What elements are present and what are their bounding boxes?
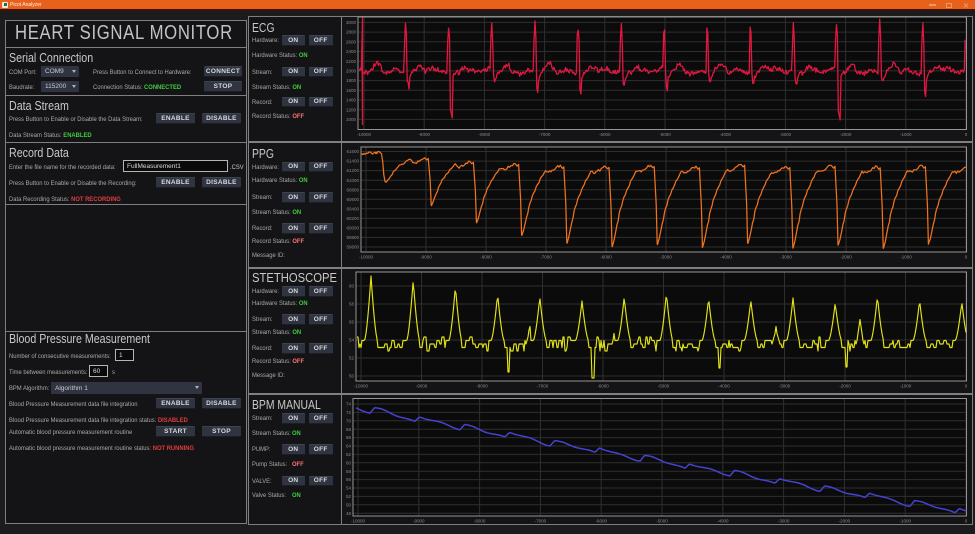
svg-text:61000: 61000 <box>346 178 359 183</box>
svg-text:58: 58 <box>346 469 352 474</box>
svg-text:-1000: -1000 <box>900 132 912 137</box>
svg-text:0: 0 <box>965 384 968 389</box>
svg-text:-3000: -3000 <box>779 384 791 389</box>
svg-text:-2000: -2000 <box>839 519 851 524</box>
svg-text:-10000: -10000 <box>354 384 369 389</box>
svg-text:-8000: -8000 <box>480 255 492 260</box>
svg-text:-9000: -9000 <box>413 519 425 524</box>
svg-text:-5000: -5000 <box>656 519 668 524</box>
svg-text:60400: 60400 <box>346 206 359 211</box>
svg-text:-6000: -6000 <box>595 519 607 524</box>
svg-text:58: 58 <box>349 302 355 307</box>
svg-text:48: 48 <box>346 511 352 516</box>
svg-text:60200: 60200 <box>346 216 359 221</box>
svg-text:-10000: -10000 <box>351 519 366 524</box>
svg-text:-8000: -8000 <box>474 519 486 524</box>
svg-text:1800: 1800 <box>346 78 357 83</box>
svg-text:-7000: -7000 <box>539 132 551 137</box>
svg-text:2400: 2400 <box>346 49 357 54</box>
svg-text:-7000: -7000 <box>540 255 552 260</box>
svg-text:-1000: -1000 <box>900 255 912 260</box>
svg-text:66: 66 <box>346 435 352 440</box>
svg-text:59600: 59600 <box>346 245 359 250</box>
svg-text:-10000: -10000 <box>357 132 372 137</box>
svg-text:54: 54 <box>346 486 352 491</box>
svg-text:-6000: -6000 <box>597 384 609 389</box>
svg-text:-4000: -4000 <box>720 255 732 260</box>
svg-text:-1000: -1000 <box>900 384 912 389</box>
svg-text:1000: 1000 <box>346 117 357 122</box>
svg-text:59800: 59800 <box>346 235 359 240</box>
svg-text:3000: 3000 <box>346 20 357 25</box>
svg-text:2000: 2000 <box>346 69 357 74</box>
svg-text:-3000: -3000 <box>780 132 792 137</box>
svg-text:60: 60 <box>346 460 352 465</box>
svg-text:52: 52 <box>349 356 355 361</box>
svg-text:-5000: -5000 <box>658 384 670 389</box>
svg-text:-9000: -9000 <box>418 132 430 137</box>
svg-text:64: 64 <box>346 444 352 449</box>
svg-text:54: 54 <box>349 338 355 343</box>
svg-text:-5000: -5000 <box>660 255 672 260</box>
svg-text:-9000: -9000 <box>420 255 432 260</box>
svg-text:-2000: -2000 <box>840 132 852 137</box>
svg-text:-3000: -3000 <box>778 519 790 524</box>
svg-text:56: 56 <box>349 320 355 325</box>
svg-text:1600: 1600 <box>346 88 357 93</box>
svg-text:61600: 61600 <box>346 149 359 154</box>
svg-text:50: 50 <box>349 374 355 379</box>
svg-text:-8000: -8000 <box>476 384 488 389</box>
svg-text:-7000: -7000 <box>537 384 549 389</box>
svg-text:-8000: -8000 <box>479 132 491 137</box>
svg-text:60600: 60600 <box>346 197 359 202</box>
svg-text:60: 60 <box>349 284 355 289</box>
svg-text:-10000: -10000 <box>359 255 374 260</box>
svg-text:-5000: -5000 <box>659 132 671 137</box>
svg-text:-6000: -6000 <box>599 132 611 137</box>
svg-text:2200: 2200 <box>346 59 357 64</box>
svg-text:2600: 2600 <box>346 39 357 44</box>
svg-text:68: 68 <box>346 427 352 432</box>
svg-text:-6000: -6000 <box>600 255 612 260</box>
svg-text:0: 0 <box>965 255 968 260</box>
svg-text:0: 0 <box>965 519 968 524</box>
svg-text:0: 0 <box>965 132 968 137</box>
svg-text:60000: 60000 <box>346 226 359 231</box>
svg-text:-2000: -2000 <box>839 384 851 389</box>
svg-text:52: 52 <box>346 494 352 499</box>
svg-text:-2000: -2000 <box>840 255 852 260</box>
svg-text:61400: 61400 <box>346 159 359 164</box>
svg-text:-7000: -7000 <box>535 519 547 524</box>
svg-text:-9000: -9000 <box>416 384 428 389</box>
svg-text:1200: 1200 <box>346 107 357 112</box>
svg-text:74: 74 <box>346 402 352 407</box>
svg-text:-4000: -4000 <box>719 132 731 137</box>
svg-text:70: 70 <box>346 418 352 423</box>
svg-text:56: 56 <box>346 477 352 482</box>
svg-text:-4000: -4000 <box>718 384 730 389</box>
svg-text:1400: 1400 <box>346 98 357 103</box>
svg-text:-3000: -3000 <box>780 255 792 260</box>
svg-text:-4000: -4000 <box>717 519 729 524</box>
svg-text:50: 50 <box>346 502 352 507</box>
svg-text:60800: 60800 <box>346 187 359 192</box>
svg-text:-1000: -1000 <box>899 519 911 524</box>
svg-text:2800: 2800 <box>346 30 357 35</box>
svg-text:61200: 61200 <box>346 168 359 173</box>
svg-text:62: 62 <box>346 452 352 457</box>
svg-text:72: 72 <box>346 410 352 415</box>
